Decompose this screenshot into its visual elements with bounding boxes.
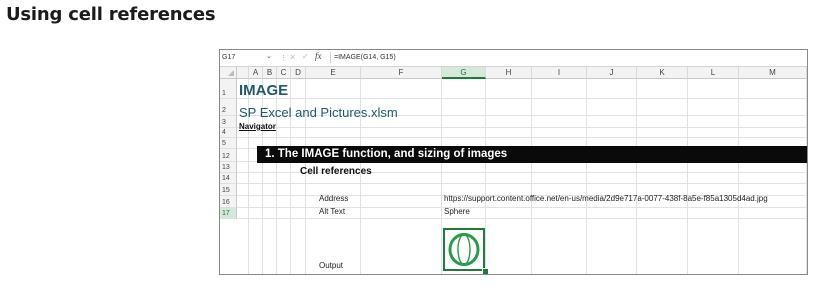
cell-e14-address-label[interactable]: Address [319,194,348,203]
column-header-j[interactable]: J [587,67,637,79]
column-header-e[interactable]: E [306,67,361,79]
gridline-vertical [687,79,688,274]
function-fx-icon[interactable]: fx [315,51,322,61]
column-header-i[interactable]: I [532,67,587,79]
gridline-horizontal [237,98,807,99]
row-header-4[interactable]: 4 [220,128,237,138]
column-header-g[interactable]: G [442,67,486,79]
formula-bar: G17 ⌄ ⋮ × ✓ fx =IMAGE(G14, G15) [220,50,807,67]
column-header-b[interactable]: B [263,67,277,79]
column-header-c[interactable]: C [277,67,291,79]
row-header-12[interactable]: 12 [220,149,237,162]
gridline-horizontal [237,137,807,138]
cell-b5-section-heading[interactable]: 1. The IMAGE function, and sizing of ima… [265,148,507,160]
select-all-icon [228,70,234,76]
gridline-vertical [636,79,637,274]
row-header-2[interactable]: 2 [220,99,237,116]
gridline-vertical [738,79,739,274]
row-header-3[interactable]: 3 [220,116,237,128]
row-header-17[interactable]: 17 [220,208,237,219]
cell-c12-subheading[interactable]: Cell references [300,166,372,177]
formula-input[interactable]: =IMAGE(G14, G15) [330,52,804,63]
column-header-h[interactable]: H [486,67,532,79]
row-header-16[interactable]: 16 [220,196,237,208]
row-header-15[interactable]: 15 [220,184,237,196]
row-header-14[interactable]: 14 [220,173,237,184]
gridline-horizontal [237,218,807,219]
row-header-5[interactable]: 5 [220,138,237,149]
cell-e17-output-label[interactable]: Output [319,261,343,270]
gridline-vertical [806,79,807,274]
row-header-1[interactable]: 1 [220,79,237,99]
cell-a1-title[interactable]: IMAGE [239,82,288,99]
column-header-k[interactable]: K [637,67,688,79]
gridline-vertical [441,79,442,274]
gridline-vertical [531,79,532,274]
sphere-image [448,233,480,266]
page-title: Using cell references [6,4,216,25]
fill-handle[interactable] [482,268,489,274]
column-header-f[interactable]: F [361,67,442,79]
column-header-a[interactable]: A [249,67,263,79]
cell-g15-alt-text[interactable]: Sphere [444,207,470,216]
cell-a2-filename[interactable]: SP Excel and Pictures.xlsm [239,105,398,120]
dropdown-caret-icon[interactable]: ⌄ [266,52,272,60]
spreadsheet-window: G17 ⌄ ⋮ × ✓ fx =IMAGE(G14, G15) ABCDEFGH… [219,49,808,275]
row-header-13[interactable]: 13 [220,162,237,173]
cell-e15-alt-text-label[interactable]: Alt Text [319,207,345,216]
cell-g14-url[interactable]: https://support.content.office.net/en-us… [444,194,768,203]
column-header-spacer [237,67,249,79]
select-all-corner[interactable] [220,67,237,79]
gridline-horizontal [237,127,807,128]
cell-g17-image-output[interactable] [443,228,485,271]
cancel-x-icon[interactable]: × [290,52,295,62]
gridline-horizontal [237,183,807,184]
cell-a3-navigator-link[interactable]: Navigator [239,122,276,131]
enter-check-icon[interactable]: ✓ [302,52,309,61]
name-box[interactable]: G17 [222,52,272,63]
column-header-d[interactable]: D [291,67,306,79]
column-header-m[interactable]: M [739,67,807,79]
column-header-l[interactable]: L [688,67,739,79]
separator-icon: ⋮ [280,55,287,62]
gridline-vertical [586,79,587,274]
gridline-vertical [485,79,486,274]
